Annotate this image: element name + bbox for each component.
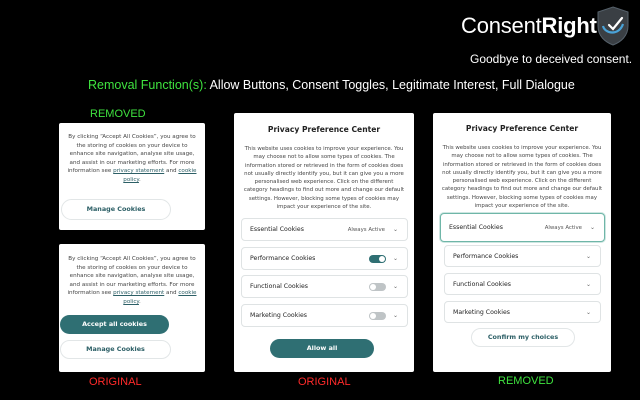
privacy-statement-link[interactable]: privacy statement (113, 168, 164, 174)
marketing-cookies-label: Marketing Cookies (250, 312, 308, 319)
label-original-mid: ORIGINAL (298, 376, 351, 388)
chevron-down-icon: ⌄ (585, 280, 592, 288)
performance-toggle[interactable] (369, 254, 386, 263)
chevron-down-icon: ⌄ (392, 283, 399, 290)
chevron-down-icon: ⌄ (392, 226, 399, 233)
cookie-banner-removed: By clicking “Accept All Cookies”, you ag… (59, 123, 205, 230)
shield-check-icon (597, 6, 629, 46)
removal-label: Removal Function(s): (88, 78, 207, 92)
functional-cookies-row[interactable]: Functional Cookies ⌄ (241, 275, 408, 298)
performance-cookies-row[interactable]: Performance Cookies ⌄ (444, 245, 601, 267)
essential-cookies-row[interactable]: Essential Cookies Always Active ⌄ (241, 218, 408, 241)
performance-cookies-row[interactable]: Performance Cookies ⌄ (241, 247, 408, 270)
allow-all-button[interactable]: Allow all (270, 339, 374, 358)
manage-cookies-button[interactable]: Manage Cookies (61, 199, 171, 220)
toggle-knob (379, 255, 385, 262)
preference-center-title: Privacy Preference Center (465, 124, 579, 133)
chevron-down-icon: ⌄ (585, 308, 592, 316)
chevron-down-icon: ⌄ (392, 255, 399, 262)
cookie-banner-original: By clicking “Accept All Cookies”, you ag… (59, 244, 205, 372)
logo-wordmark: ConsentRight (461, 13, 597, 38)
always-active-label: Always Active (544, 224, 582, 231)
preference-center-description: This website uses cookies to improve you… (243, 146, 405, 211)
preference-center-title: Privacy Preference Center (267, 125, 381, 134)
marketing-cookies-row[interactable]: Marketing Cookies ⌄ (241, 304, 408, 327)
privacy-statement-link[interactable]: privacy statement (113, 290, 164, 296)
chevron-down-icon: ⌄ (585, 252, 592, 260)
preference-center-removed: Privacy Preference Center This website u… (433, 113, 611, 372)
functional-cookies-label: Functional Cookies (453, 280, 512, 288)
removal-functions: Removal Function(s): Allow Buttons, Cons… (88, 78, 575, 92)
toggle-knob (370, 312, 376, 319)
consentright-logo: ConsentRight (461, 6, 597, 46)
performance-cookies-label: Performance Cookies (453, 252, 519, 260)
banner-removed-text: By clicking “Accept All Cookies”, you ag… (67, 134, 197, 183)
banner-original-text: By clicking “Accept All Cookies”, you ag… (67, 256, 197, 305)
functional-cookies-label: Functional Cookies (250, 283, 309, 290)
label-removed-right: REMOVED (498, 375, 554, 387)
essential-cookies-row[interactable]: Essential Cookies Always Active ⌄ (440, 213, 605, 242)
always-active-label: Always Active (347, 226, 385, 233)
marketing-toggle[interactable] (369, 311, 386, 320)
tagline: Goodbye to deceived consent. (470, 52, 633, 66)
preference-center-original: Privacy Preference Center This website u… (234, 113, 414, 372)
manage-cookies-button[interactable]: Manage Cookies (60, 340, 171, 359)
confirm-my-choices-button[interactable]: Confirm my choices (471, 328, 575, 347)
accept-all-cookies-button[interactable]: Accept all cookies (60, 315, 169, 334)
essential-cookies-label: Essential Cookies (250, 226, 304, 233)
performance-cookies-label: Performance Cookies (250, 255, 316, 262)
label-removed-top: REMOVED (90, 108, 146, 120)
chevron-down-icon: ⌄ (589, 224, 596, 231)
marketing-cookies-label: Marketing Cookies (453, 308, 511, 316)
chevron-down-icon: ⌄ (392, 312, 399, 319)
toggle-knob (370, 283, 376, 290)
removal-values: Allow Buttons, Consent Toggles, Legitima… (209, 78, 575, 92)
preference-center-description: This website uses cookies to improve you… (441, 145, 603, 210)
functional-cookies-row[interactable]: Functional Cookies ⌄ (444, 273, 601, 295)
marketing-cookies-row[interactable]: Marketing Cookies ⌄ (444, 301, 601, 323)
label-original-left: ORIGINAL (89, 376, 142, 388)
essential-cookies-label: Essential Cookies (449, 224, 503, 231)
functional-toggle[interactable] (369, 282, 386, 291)
